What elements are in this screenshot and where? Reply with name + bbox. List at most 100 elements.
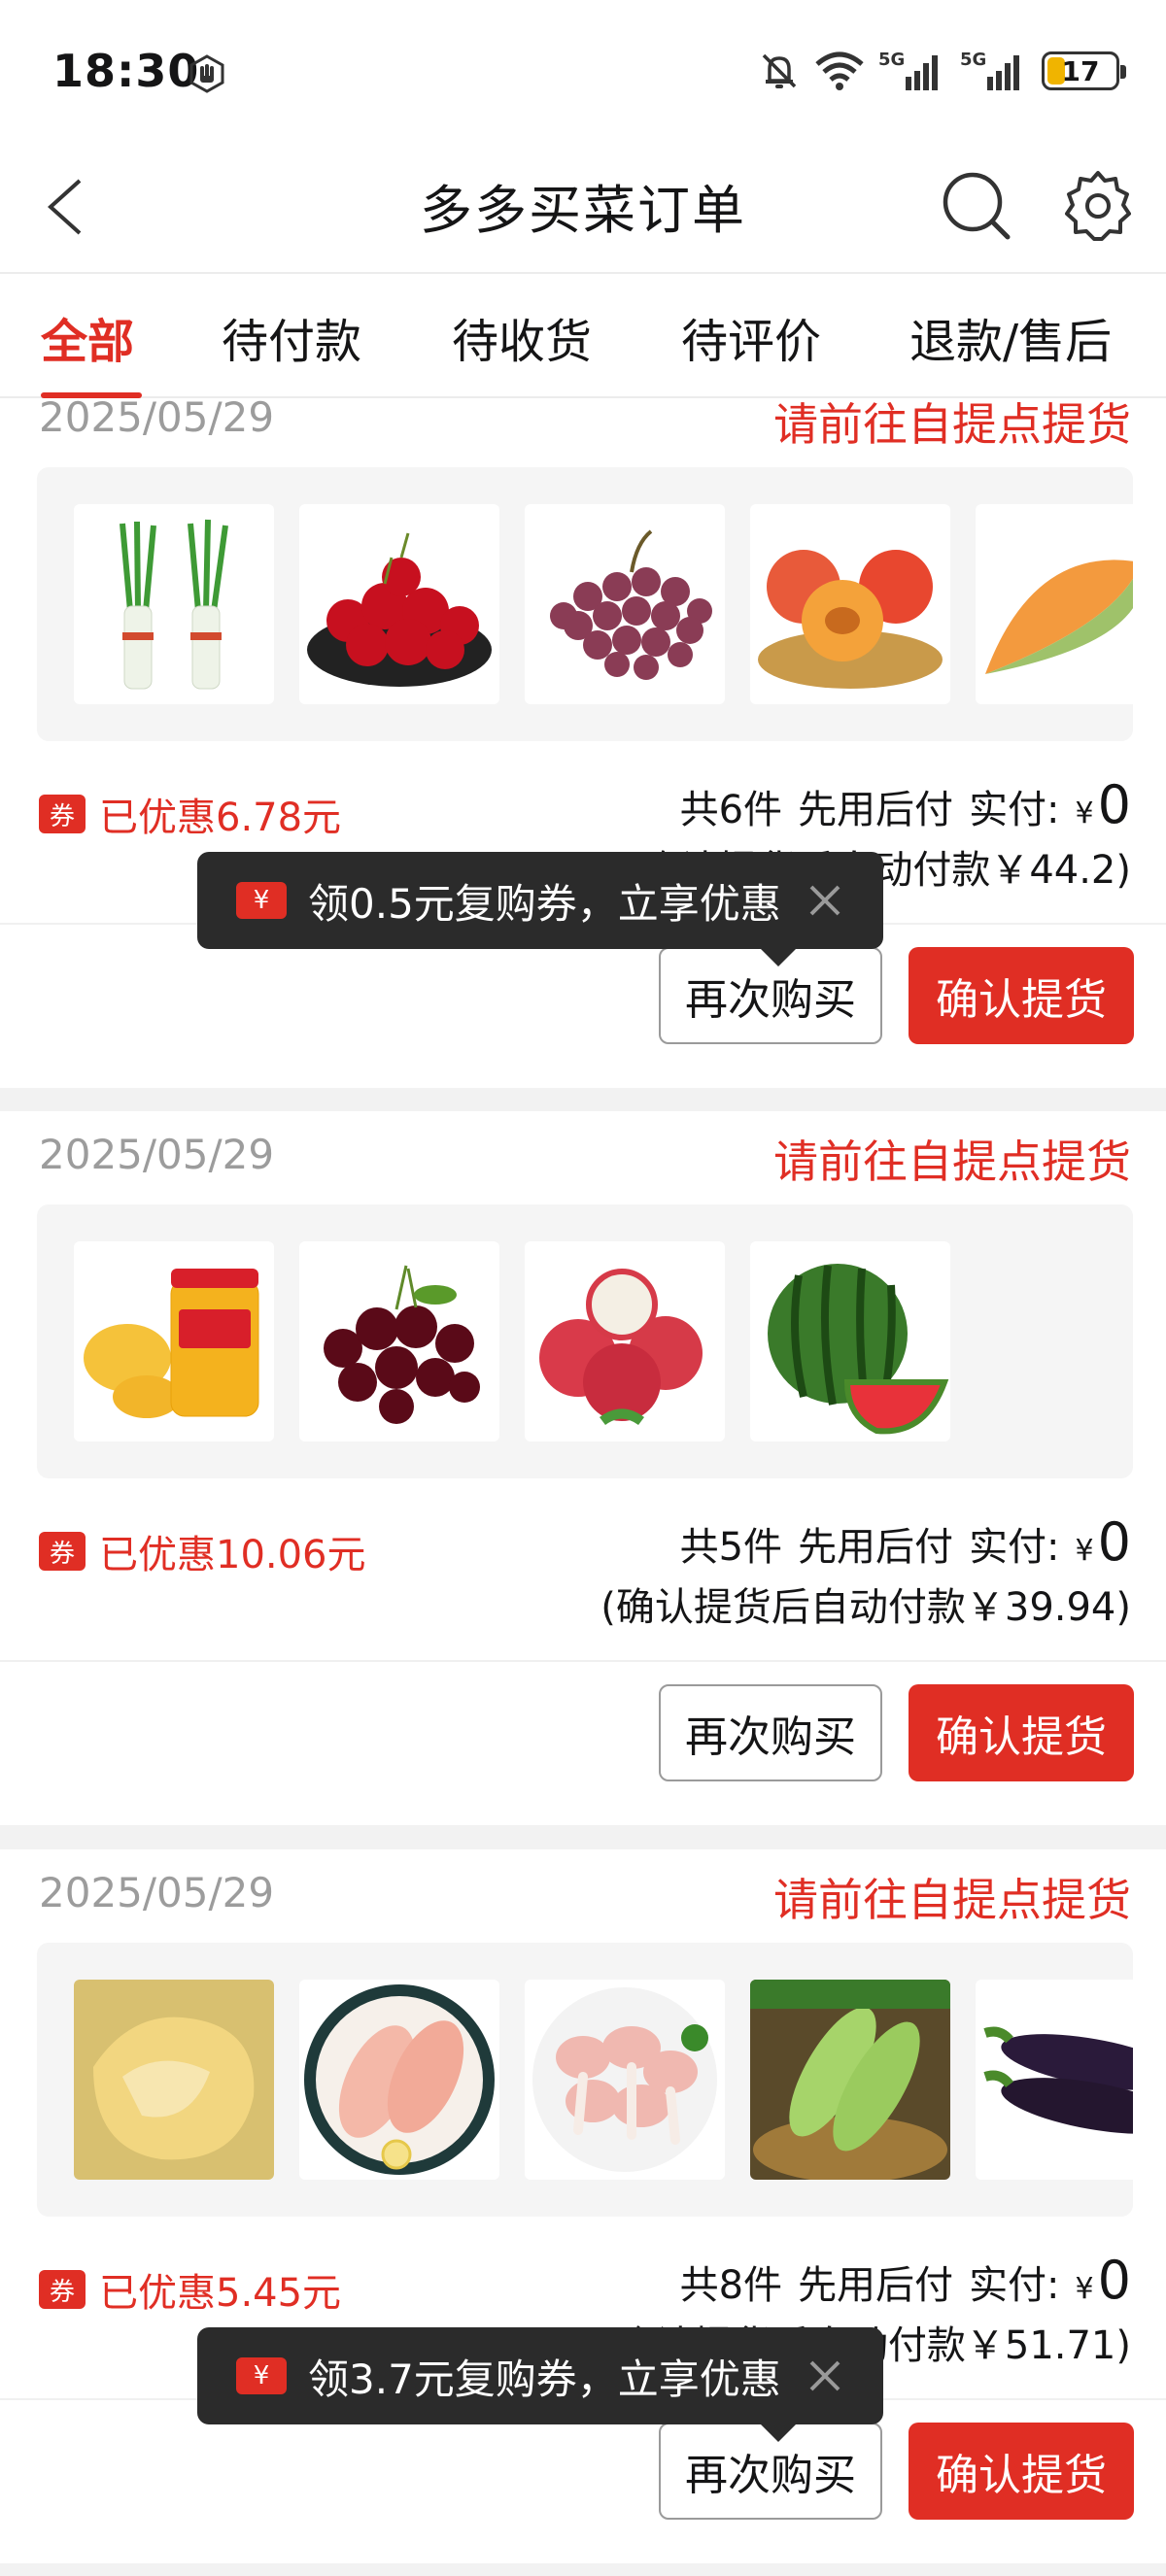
- mute-bell-icon: [762, 53, 797, 88]
- currency-symbol: ¥: [1075, 1534, 1094, 1568]
- order-summary: 共5件 先用后付 实付: ¥ 0: [680, 1511, 1131, 1573]
- item-count: 共6件: [679, 788, 783, 832]
- signal-5g-icon-2: 5G: [960, 50, 1019, 90]
- rebuy-coupon-tooltip[interactable]: ¥ 领3.7元复购券，立享优惠: [197, 2327, 883, 2442]
- pay-mode: 先用后付: [798, 2263, 954, 2308]
- settings-gear-icon[interactable]: [1059, 167, 1137, 245]
- product-thumb[interactable]: [976, 1980, 1133, 2180]
- pay-mode: 先用后付: [798, 788, 954, 832]
- coupon-tag: 券: [39, 795, 86, 833]
- tooltip-text: 领0.5元复购券，立享优惠: [308, 879, 781, 928]
- paid-amount: 0: [1097, 2250, 1131, 2311]
- fried-food-image: [74, 1980, 274, 2180]
- coupon-tag: 券: [39, 2270, 86, 2309]
- rebuy-button[interactable]: 再次购买: [659, 1684, 882, 1781]
- order-status: 请前往自提点提货: [773, 398, 1131, 451]
- coupon-yen-icon: ¥: [236, 882, 287, 919]
- product-thumb[interactable]: [299, 1241, 499, 1441]
- discount-amount: 已优惠5.45元: [99, 2271, 342, 2316]
- tooltip-text: 领3.7元复购券，立享优惠: [308, 2355, 781, 2403]
- product-thumb[interactable]: [525, 504, 725, 704]
- eggplant-image: [983, 2026, 1133, 2134]
- auto-pay-note: (确认提货后自动付款￥39.94): [600, 1585, 1131, 1630]
- currency-symbol: ¥: [1075, 2272, 1094, 2306]
- divider: [0, 1660, 1166, 1662]
- cantaloupe-image: [985, 559, 1133, 674]
- canned-yellow-peach-image: [84, 1269, 259, 1418]
- order-card: 2025/05/29 请前往自提点提货: [0, 1111, 1166, 1825]
- tab-pending-payment[interactable]: 待付款: [222, 303, 361, 371]
- order-date: 2025/05/29: [39, 398, 275, 441]
- paid-label: 实付:: [969, 788, 1060, 832]
- battery-level: 17: [1061, 54, 1100, 87]
- order-card: 2025/05/29 请前往自提点提货: [0, 398, 1166, 1088]
- order-summary: 共6件 先用后付 实付: ¥ 0: [680, 774, 1131, 835]
- paid-label: 实付:: [969, 2263, 1060, 2308]
- signal-2-label: 5G: [960, 50, 986, 70]
- close-icon[interactable]: [802, 2353, 848, 2399]
- order-summary: 共8件 先用后付 实付: ¥ 0: [680, 2250, 1131, 2311]
- product-thumb[interactable]: [74, 1241, 274, 1441]
- product-thumb[interactable]: [750, 1241, 950, 1441]
- product-thumb[interactable]: [299, 504, 499, 704]
- dark-cherries-image: [324, 1265, 480, 1424]
- coupon-yen-icon: ¥: [236, 2357, 287, 2394]
- chicken-breast-image: [304, 1984, 495, 2175]
- order-list: 2025/05/29 请前往自提点提货 券 已优惠6.78元 共6件 先用后付 …: [0, 398, 1166, 2576]
- paid-amount: 0: [1097, 1511, 1131, 1573]
- product-thumb[interactable]: [750, 1980, 950, 2180]
- confirm-pickup-button[interactable]: 确认提货: [909, 1684, 1134, 1781]
- goods-thumbnails[interactable]: [37, 1204, 1133, 1478]
- signal-1-label: 5G: [878, 50, 905, 70]
- discount-amount: 已优惠6.78元: [99, 796, 342, 840]
- pay-mode: 先用后付: [798, 1525, 954, 1570]
- battery-icon: 17: [1042, 51, 1126, 90]
- wifi-icon: [815, 51, 864, 90]
- rebuy-coupon-tooltip[interactable]: ¥ 领0.5元复购券，立享优惠: [197, 852, 883, 966]
- discount-amount: 已优惠10.06元: [99, 1533, 366, 1577]
- peaches-image: [758, 550, 943, 689]
- product-thumb[interactable]: [976, 504, 1133, 704]
- chicken-drumsticks-image: [532, 1987, 717, 2172]
- grapes-image: [550, 529, 712, 680]
- paid-label: 实付:: [969, 1525, 1060, 1570]
- coupon-tag: 券: [39, 1532, 86, 1571]
- watermelon-image: [768, 1264, 949, 1435]
- hand-badge-icon: [189, 54, 224, 93]
- status-time: 18:30: [52, 45, 200, 97]
- order-date: 2025/05/29: [39, 1131, 275, 1178]
- goods-thumbnails[interactable]: [37, 1943, 1133, 2217]
- product-thumb[interactable]: [299, 1980, 499, 2180]
- status-bar: 18:30 5G 5G 17: [0, 0, 1166, 146]
- product-thumb[interactable]: [750, 504, 950, 704]
- tab-pending-receipt[interactable]: 待收货: [452, 303, 592, 371]
- product-thumb[interactable]: [74, 1980, 274, 2180]
- order-status: 请前往自提点提货: [773, 1135, 1131, 1188]
- confirm-pickup-button[interactable]: 确认提货: [909, 2423, 1134, 2520]
- confirm-pickup-button[interactable]: 确认提货: [909, 947, 1134, 1044]
- zucchini-image: [750, 1980, 950, 2180]
- cherries-image: [307, 532, 492, 687]
- green-onion-image: [120, 519, 228, 690]
- order-status: 请前往自提点提货: [773, 1874, 1131, 1926]
- lychee-image: [539, 1269, 703, 1426]
- tab-refund-after-sales[interactable]: 退款/售后: [909, 303, 1112, 371]
- paid-amount: 0: [1097, 774, 1131, 835]
- product-thumb[interactable]: [525, 1241, 725, 1441]
- item-count: 共5件: [679, 1525, 783, 1570]
- nav-bar: 多多买菜订单: [0, 146, 1166, 272]
- item-count: 共8件: [679, 2263, 783, 2308]
- tab-pending-review[interactable]: 待评价: [681, 303, 821, 371]
- close-icon[interactable]: [802, 877, 848, 924]
- tab-all[interactable]: 全部: [41, 303, 134, 371]
- order-tabs: 全部 待付款 待收货 待评价 退款/售后: [0, 272, 1166, 398]
- currency-symbol: ¥: [1075, 797, 1094, 830]
- status-icons: 5G 5G 17: [758, 47, 1126, 95]
- product-thumb[interactable]: [74, 504, 274, 704]
- search-icon[interactable]: [938, 167, 1015, 245]
- order-card: 2025/05/29 请前往自提点提货: [0, 1849, 1166, 2563]
- signal-5g-icon: 5G: [878, 50, 938, 90]
- order-date: 2025/05/29: [39, 1869, 275, 1916]
- product-thumb[interactable]: [525, 1980, 725, 2180]
- goods-thumbnails[interactable]: [37, 467, 1133, 741]
